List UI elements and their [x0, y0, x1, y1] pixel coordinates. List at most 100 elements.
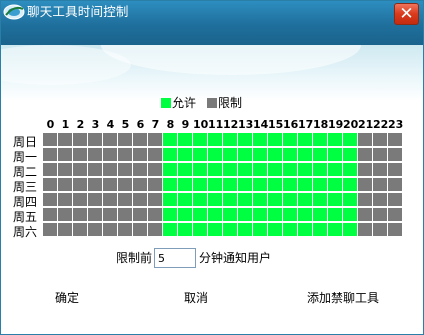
schedule-cell[interactable] [328, 193, 342, 206]
schedule-cell[interactable] [253, 178, 267, 191]
schedule-cell[interactable] [328, 148, 342, 161]
schedule-cell[interactable] [223, 163, 237, 176]
schedule-cell[interactable] [388, 193, 402, 206]
schedule-cell[interactable] [298, 223, 312, 236]
schedule-cell[interactable] [118, 208, 132, 221]
schedule-cell[interactable] [133, 193, 147, 206]
schedule-cell[interactable] [238, 178, 252, 191]
schedule-cell[interactable] [298, 193, 312, 206]
schedule-cell[interactable] [43, 208, 57, 221]
schedule-cell[interactable] [313, 133, 327, 146]
schedule-cell[interactable] [313, 208, 327, 221]
schedule-cell[interactable] [88, 133, 102, 146]
schedule-cell[interactable] [208, 208, 222, 221]
schedule-cell[interactable] [163, 223, 177, 236]
schedule-cell[interactable] [208, 193, 222, 206]
schedule-cell[interactable] [58, 163, 72, 176]
schedule-cell[interactable] [388, 223, 402, 236]
schedule-cell[interactable] [373, 208, 387, 221]
schedule-cell[interactable] [193, 163, 207, 176]
schedule-cell[interactable] [238, 148, 252, 161]
schedule-cell[interactable] [148, 223, 162, 236]
schedule-cell[interactable] [253, 208, 267, 221]
schedule-cell[interactable] [133, 178, 147, 191]
schedule-cell[interactable] [88, 178, 102, 191]
schedule-cell[interactable] [43, 193, 57, 206]
schedule-cell[interactable] [358, 148, 372, 161]
schedule-cell[interactable] [58, 133, 72, 146]
schedule-cell[interactable] [133, 148, 147, 161]
schedule-cell[interactable] [253, 223, 267, 236]
schedule-cell[interactable] [43, 178, 57, 191]
schedule-cell[interactable] [103, 148, 117, 161]
schedule-cell[interactable] [298, 148, 312, 161]
schedule-cell[interactable] [373, 148, 387, 161]
schedule-cell[interactable] [193, 223, 207, 236]
schedule-cell[interactable] [88, 223, 102, 236]
schedule-cell[interactable] [163, 193, 177, 206]
schedule-cell[interactable] [118, 193, 132, 206]
schedule-cell[interactable] [238, 193, 252, 206]
schedule-cell[interactable] [223, 133, 237, 146]
schedule-cell[interactable] [58, 193, 72, 206]
title-bar[interactable]: 聊天工具时间控制 ✕ [1, 1, 423, 45]
schedule-cell[interactable] [283, 178, 297, 191]
schedule-cell[interactable] [148, 208, 162, 221]
schedule-cell[interactable] [388, 208, 402, 221]
schedule-cell[interactable] [73, 193, 87, 206]
schedule-cell[interactable] [358, 163, 372, 176]
schedule-cell[interactable] [343, 178, 357, 191]
schedule-cell[interactable] [133, 223, 147, 236]
schedule-cell[interactable] [223, 193, 237, 206]
schedule-cell[interactable] [328, 178, 342, 191]
schedule-cell[interactable] [373, 193, 387, 206]
schedule-cell[interactable] [133, 163, 147, 176]
schedule-cell[interactable] [178, 133, 192, 146]
schedule-cell[interactable] [313, 178, 327, 191]
schedule-cell[interactable] [268, 133, 282, 146]
schedule-cell[interactable] [43, 133, 57, 146]
schedule-cell[interactable] [283, 193, 297, 206]
schedule-cell[interactable] [88, 148, 102, 161]
schedule-cell[interactable] [118, 148, 132, 161]
schedule-cell[interactable] [313, 193, 327, 206]
schedule-cell[interactable] [208, 163, 222, 176]
schedule-cell[interactable] [88, 208, 102, 221]
schedule-cell[interactable] [388, 163, 402, 176]
schedule-cell[interactable] [373, 133, 387, 146]
schedule-cell[interactable] [103, 163, 117, 176]
schedule-cell[interactable] [178, 178, 192, 191]
schedule-cell[interactable] [73, 223, 87, 236]
schedule-cell[interactable] [358, 223, 372, 236]
schedule-cell[interactable] [298, 208, 312, 221]
schedule-cell[interactable] [328, 208, 342, 221]
schedule-cell[interactable] [163, 208, 177, 221]
schedule-cell[interactable] [103, 208, 117, 221]
schedule-cell[interactable] [298, 133, 312, 146]
schedule-cell[interactable] [103, 193, 117, 206]
schedule-cell[interactable] [238, 163, 252, 176]
schedule-cell[interactable] [238, 208, 252, 221]
schedule-cell[interactable] [313, 148, 327, 161]
schedule-cell[interactable] [253, 193, 267, 206]
schedule-cell[interactable] [208, 223, 222, 236]
schedule-cell[interactable] [253, 148, 267, 161]
schedule-cell[interactable] [223, 178, 237, 191]
schedule-cell[interactable] [388, 133, 402, 146]
schedule-cell[interactable] [268, 163, 282, 176]
schedule-cell[interactable] [58, 148, 72, 161]
schedule-cell[interactable] [238, 223, 252, 236]
schedule-cell[interactable] [358, 133, 372, 146]
schedule-cell[interactable] [388, 178, 402, 191]
schedule-cell[interactable] [103, 133, 117, 146]
schedule-cell[interactable] [73, 148, 87, 161]
schedule-cell[interactable] [328, 223, 342, 236]
schedule-cell[interactable] [208, 178, 222, 191]
schedule-cell[interactable] [148, 133, 162, 146]
schedule-cell[interactable] [178, 223, 192, 236]
schedule-cell[interactable] [328, 163, 342, 176]
schedule-cell[interactable] [148, 163, 162, 176]
schedule-cell[interactable] [358, 208, 372, 221]
schedule-cell[interactable] [343, 163, 357, 176]
schedule-cell[interactable] [373, 178, 387, 191]
